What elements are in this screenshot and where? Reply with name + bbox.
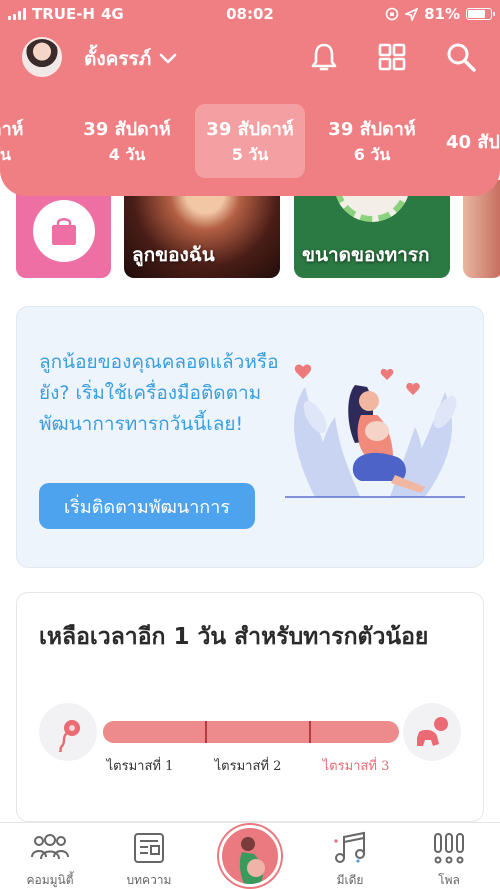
nav-label: โพล xyxy=(438,873,460,887)
pregnancy-icon xyxy=(239,837,265,884)
nav-label: มีเดีย xyxy=(336,873,364,887)
article-icon xyxy=(104,831,194,865)
bottom-navigation: คอมมูนิตี้ บทความ มีเดีย โพล xyxy=(0,822,500,889)
nav-label: คอมมูนิตี้ xyxy=(26,873,74,887)
trimester-divider xyxy=(205,721,207,743)
music-note-icon xyxy=(305,831,395,865)
chevron-down-icon xyxy=(159,53,177,65)
shopping-bag-icon xyxy=(33,200,95,262)
progress-fill xyxy=(103,721,397,743)
trimester-label: ไตรมาสที่ 1 xyxy=(106,759,174,774)
trimester-label: ไตรมาสที่ 2 xyxy=(214,759,282,774)
nav-polls[interactable]: โพล xyxy=(404,831,494,889)
week-item[interactable]: 40 สัป xyxy=(440,104,500,178)
countdown-card: เหลือเวลาอีก 1 วัน สำหรับทารกตัวน้อย ไตร… xyxy=(16,592,484,822)
tile-label: ลูกของฉัน xyxy=(132,244,215,266)
trimester-divider xyxy=(309,721,311,743)
baby-tracker-card: ลูกน้อยของคุณคลอดแล้วหรือยัง? เริ่มใช้เค… xyxy=(16,306,484,568)
community-icon xyxy=(5,831,95,865)
poll-icon xyxy=(404,831,494,865)
profile-switcher[interactable]: ตั้งครรภ์ xyxy=(84,44,177,74)
trimester-progress-bar xyxy=(103,721,399,743)
nav-community[interactable]: คอมมูนิตี้ xyxy=(5,831,95,889)
mother-holding-baby-illustration xyxy=(285,364,465,498)
battery-icon xyxy=(466,8,495,20)
start-tracking-button[interactable]: เริ่มติดตามพัฒนาการ xyxy=(39,483,255,529)
search-icon[interactable] xyxy=(444,40,478,74)
bell-icon[interactable] xyxy=(307,40,341,74)
tile-label: ขนาดของทารก xyxy=(302,244,430,266)
battery-percent: 81% xyxy=(424,5,460,23)
week-selector: ปดาห์ วัน 39 สัปดาห์ 4 วัน 39 สัปดาห์ 5 … xyxy=(0,104,500,178)
pregnancy-home-button[interactable] xyxy=(219,825,281,887)
tracker-prompt: ลูกน้อยของคุณคลอดแล้วหรือยัง? เริ่มใช้เค… xyxy=(39,351,279,435)
location-arrow-icon xyxy=(405,7,419,21)
nav-label: บทความ xyxy=(126,873,172,887)
nav-articles[interactable]: บทความ xyxy=(104,831,194,889)
app-header: TRUE-H 4G 08:02 81% ตั้งครรภ์ าห์ น 39 ส… xyxy=(0,0,500,196)
sperm-icon xyxy=(39,703,97,761)
week-item[interactable]: ปดาห์ วัน xyxy=(0,104,56,178)
status-bar: TRUE-H 4G 08:02 81% xyxy=(0,0,500,28)
rotation-lock-icon xyxy=(385,7,399,21)
grid-icon[interactable] xyxy=(375,40,409,74)
profile-name: ตั้งครรภ์ xyxy=(84,48,152,70)
avatar[interactable] xyxy=(22,37,62,77)
trimester-label-current: ไตรมาสที่ 3 xyxy=(322,759,390,774)
week-item-selected[interactable]: 39 สัปดาห์ 5 วัน xyxy=(195,104,305,178)
crawling-baby-icon xyxy=(403,703,461,761)
nav-media[interactable]: มีเดีย xyxy=(305,831,395,889)
countdown-title: เหลือเวลาอีก 1 วัน สำหรับทารกตัวน้อย xyxy=(39,624,429,650)
week-item[interactable]: 39 สัปดาห์ 4 วัน xyxy=(72,104,182,178)
week-item[interactable]: 39 สัปดาห์ 6 วัน xyxy=(317,104,427,178)
